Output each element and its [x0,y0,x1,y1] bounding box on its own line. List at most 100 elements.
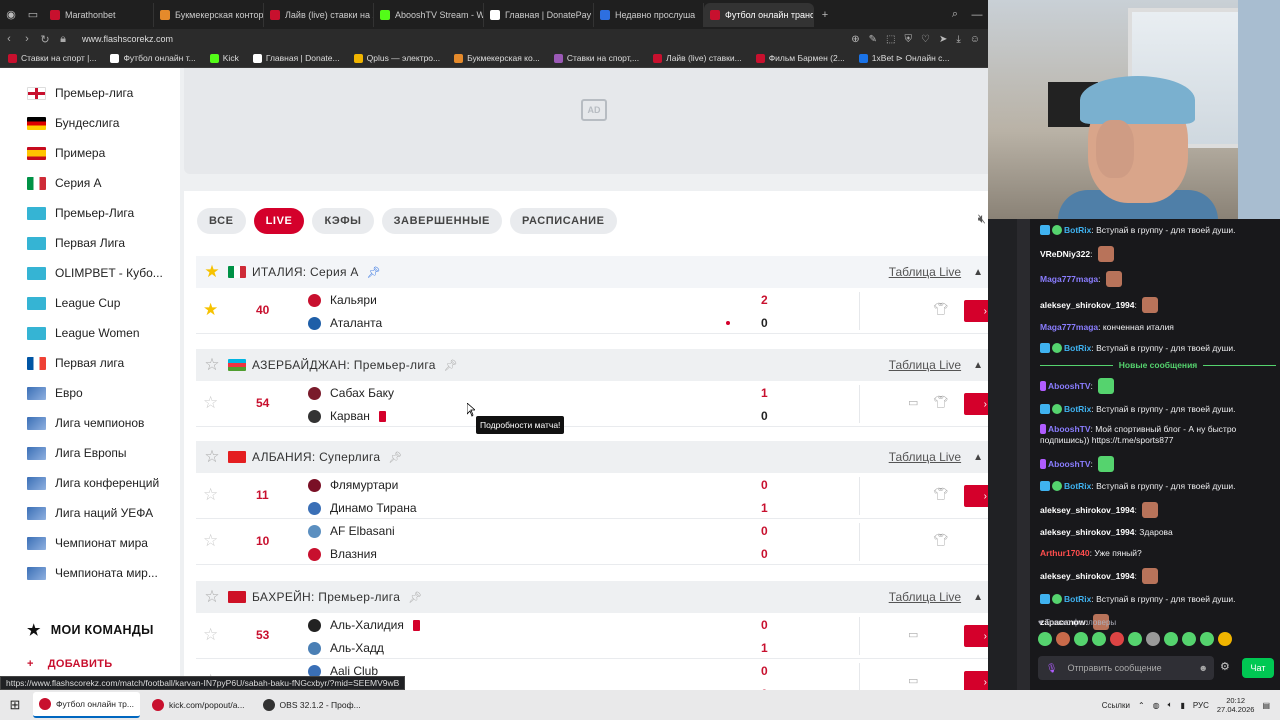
chat-username[interactable]: Maga777maga [1040,274,1098,284]
emote-icon[interactable] [1038,632,1052,646]
battery-icon[interactable]: ▮ [1180,701,1184,710]
network-icon[interactable]: ◍ [1153,701,1160,710]
match-row[interactable]: ★ 40 Кальяри 2 Аталанта 0 👕︎ › [196,288,988,334]
bookmark-item[interactable]: 1xBet ⊳ Онлайн с... [858,53,950,64]
lineup-shirt-icon[interactable]: 👕︎ [933,302,948,316]
filter-all[interactable]: ВСЕ [197,208,246,234]
emote-icon[interactable] [1110,632,1124,646]
match-row[interactable]: ☆ 53 Аль-Халидия 0 Аль-Хадд 1 ▭ › [196,613,988,659]
language-indicator[interactable]: РУС [1193,701,1209,710]
chat-input[interactable]: 🎙︎ Отправить сообщение ☻ [1038,656,1214,680]
chat-username[interactable]: Arthur17040 [1040,548,1090,558]
sidebar-league-item[interactable]: Лига наций УЕФА [0,498,180,528]
tv-icon[interactable]: ▭ [908,396,918,409]
sidebar-league-item[interactable]: Бундеслига [0,108,180,138]
sidebar-league-item[interactable]: Чемпионат мира [0,528,180,558]
emote-icon[interactable] [1056,632,1070,646]
pin-icon[interactable]: 📌︎ [367,266,381,279]
new-tab-button[interactable]: + [814,4,836,26]
favorite-star-icon[interactable]: ☆ [203,531,218,551]
pin-icon[interactable]: 📌︎ [408,591,422,604]
chat-username[interactable]: BotRix [1064,225,1091,235]
send-icon[interactable]: ➤ [939,34,947,45]
favorite-star-icon[interactable]: ★ [203,300,218,320]
windows-start-icon[interactable]: ⊞ [0,697,30,713]
bookmark-item[interactable]: Букмекерская ко... [454,53,540,63]
tv-icon[interactable]: ▭ [908,628,918,641]
league-table-link[interactable]: Таблица Live [889,590,961,604]
chevron-up-icon[interactable]: ▲ [973,452,983,463]
volume-icon[interactable]: 🔈︎ [1168,700,1173,710]
league-name[interactable]: АЛБАНИЯ: Суперлига [252,450,380,464]
favorite-star-icon[interactable]: ☆ [203,625,218,645]
league-name[interactable]: ИТАЛИЯ: Серия А [252,265,359,279]
browser-tab[interactable]: Недавно прослуша [594,2,704,27]
sidebar-league-item[interactable]: Первая лига [0,348,180,378]
league-name[interactable]: АЗЕРБАЙДЖАН: Премьер-лига [252,358,436,372]
sidebar-league-item[interactable]: League Women [0,318,180,348]
emote-icon[interactable] [1182,632,1196,646]
filter-finished[interactable]: ЗАВЕРШЕННЫЕ [381,208,502,234]
browser-tab[interactable]: Футбол онлайн трансля [704,2,814,27]
match-open-button[interactable]: › [964,485,988,507]
league-table-link[interactable]: Таблица Live [889,358,961,372]
lock-icon[interactable]: 🔒︎ [54,33,72,46]
lineup-shirt-icon[interactable]: 👕︎ [933,533,948,547]
tv-icon[interactable]: ▭ [908,674,918,687]
chat-send-button[interactable]: Чат [1242,658,1274,678]
league-table-link[interactable]: Таблица Live [889,265,961,279]
sidebar-league-item[interactable]: League Cup [0,288,180,318]
bookmark-item[interactable]: Ставки на спорт |... [8,53,96,63]
favorite-star-icon[interactable]: ☆ [196,355,228,375]
filter-live[interactable]: LIVE [253,208,305,234]
microphone-icon[interactable]: 🎙︎ [1046,663,1057,674]
heart-icon[interactable]: ♡ [921,34,930,45]
bookmark-item[interactable]: Kick [209,53,239,63]
emote-icon[interactable] [1092,632,1106,646]
notifications-icon[interactable]: ▤ [1262,701,1270,710]
sidebar-league-item[interactable]: Чемпионата мир... [0,558,180,588]
chat-username[interactable]: Maga777maga [1040,322,1098,332]
chat-username[interactable]: BotRix [1064,481,1091,491]
favorite-star-icon[interactable]: ☆ [203,485,218,505]
sidebar-league-item[interactable]: Премьер-Лига [0,198,180,228]
chevron-up-icon[interactable]: ▲ [973,267,983,278]
sidebar-league-item[interactable]: Лига чемпионов [0,408,180,438]
shield-icon[interactable]: ⛨ [905,34,913,45]
sidebar-league-item[interactable]: Первая Лига [0,228,180,258]
browser-menu-icon[interactable]: ◉ [0,4,22,26]
favorite-star-icon[interactable]: ★ [196,262,228,282]
sidebar-league-item[interactable]: Евро [0,378,180,408]
links-label[interactable]: Ссылки [1102,701,1130,710]
minimize-icon[interactable]: — [966,4,988,26]
favorite-star-icon[interactable]: ☆ [203,393,218,413]
lineup-shirt-icon[interactable]: 👕︎ [933,395,948,409]
filter-odds[interactable]: КЭФЫ [312,208,374,234]
download-icon[interactable]: ⤓ [956,34,960,45]
chat-username[interactable]: BotRix [1064,343,1091,353]
sidebar-league-item[interactable]: Премьер-лига [0,78,180,108]
sound-mute-icon[interactable]: 🔇︎ [978,211,986,227]
bookmark-item[interactable]: Фильм Бармен (2... [755,53,845,63]
sidebar-league-item[interactable]: Примера [0,138,180,168]
chat-username[interactable]: BotRix [1064,594,1091,604]
emoji-icon[interactable]: ☻ [1199,663,1208,673]
profile-icon[interactable]: ☺ [970,34,980,45]
chat-username[interactable]: aleksey_shirokov_1994 [1040,571,1135,581]
browser-tab[interactable]: Главная | DonatePay [484,2,594,27]
chat-username[interactable]: aleksey_shirokov_1994 [1040,527,1135,537]
tab-list-icon[interactable]: ▭ [22,4,44,26]
sidebar-league-item[interactable]: Серия А [0,168,180,198]
add-team-link[interactable]: + ДОБАВИТЬ [27,658,112,670]
emote-icon[interactable] [1128,632,1142,646]
chat-username[interactable]: AbooshTV [1048,424,1091,434]
favorite-star-icon[interactable]: ☆ [196,587,228,607]
chat-settings-icon[interactable]: ⚙ [1220,660,1230,673]
emote-icon[interactable] [1164,632,1178,646]
chevron-up-icon[interactable]: ▲ [973,592,983,603]
match-open-button[interactable]: › [964,625,988,647]
browser-tab[interactable]: Marathonbet [44,2,154,27]
emote-icon[interactable] [1218,632,1232,646]
zoom-icon[interactable]: ⊕ [851,34,859,45]
taskbar-app[interactable]: kick.com/popout/a... [146,692,251,718]
